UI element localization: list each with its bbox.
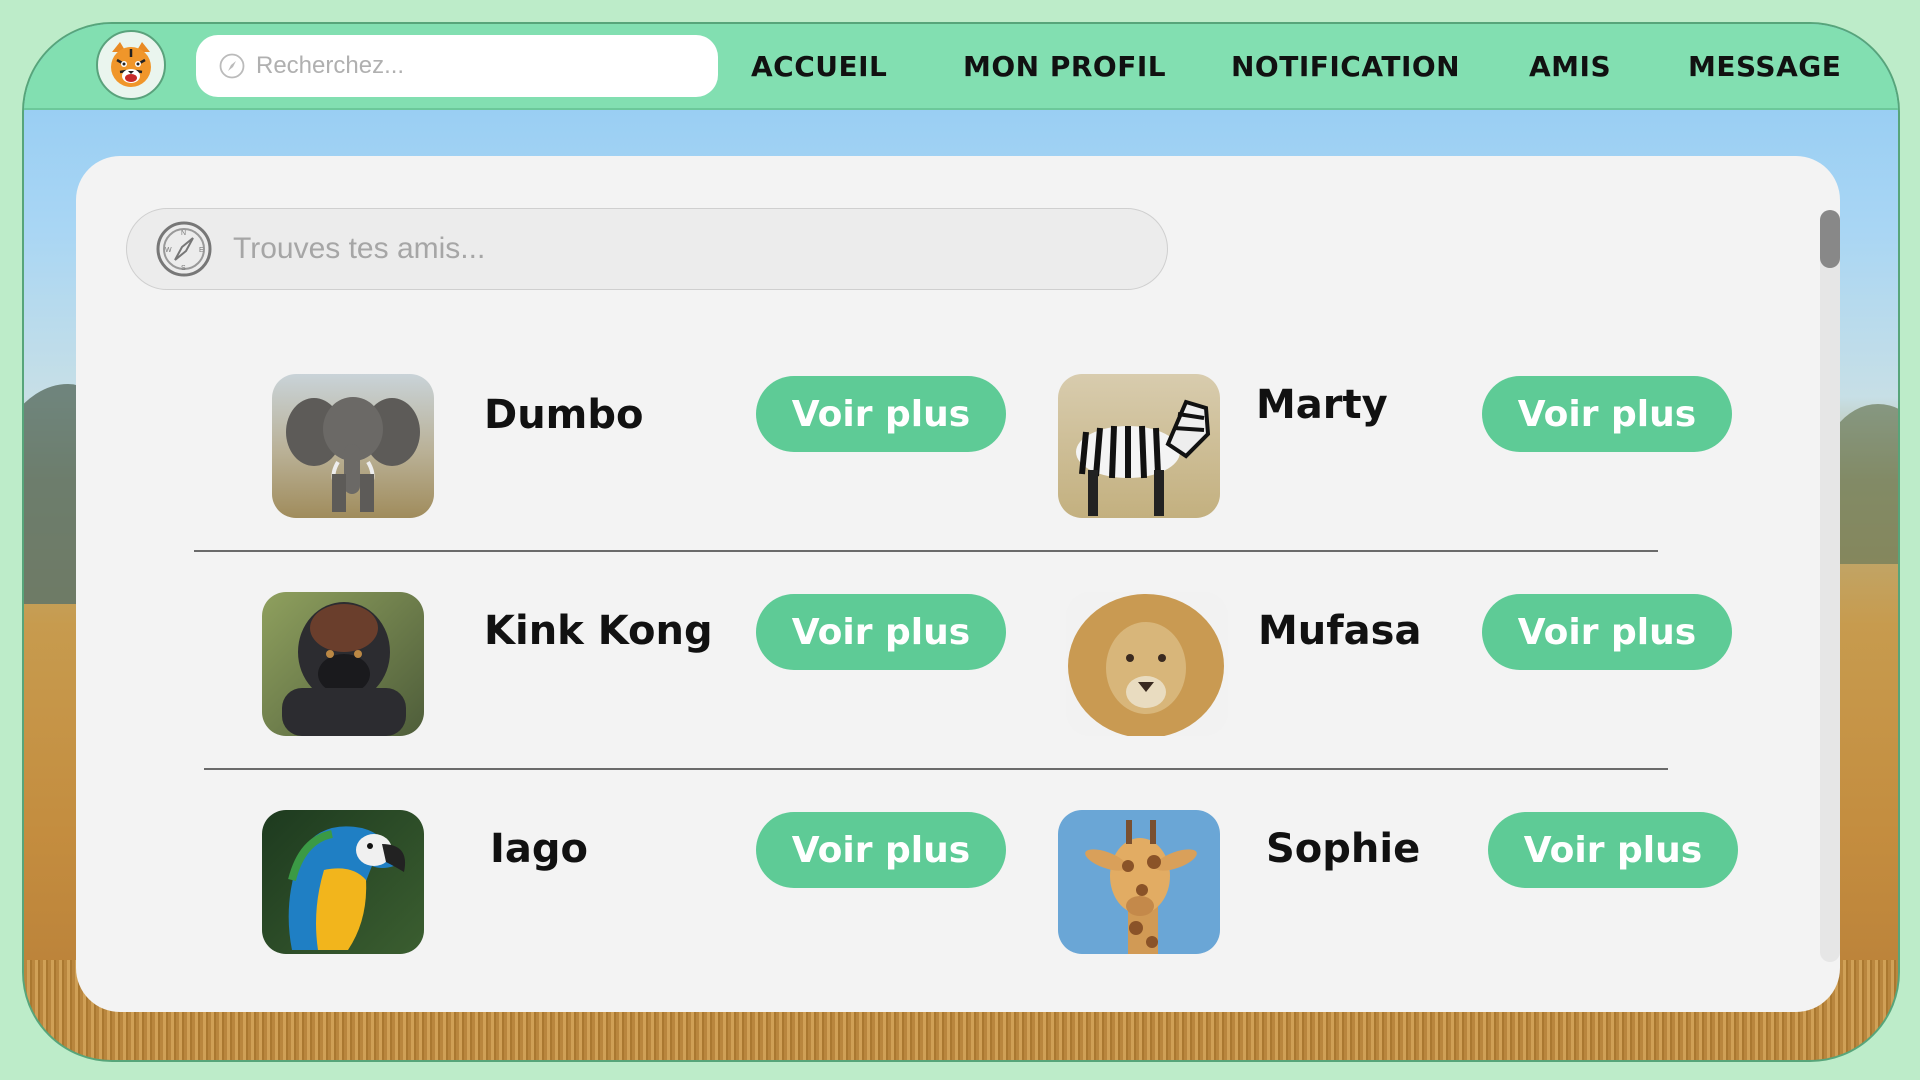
friend-name: Iago [490, 826, 588, 872]
friend-avatar-giraffe[interactable] [1058, 810, 1220, 954]
friend-avatar-zebra[interactable] [1058, 374, 1220, 518]
friend-avatar-lion[interactable] [1066, 592, 1228, 736]
voir-plus-button[interactable]: Voir plus [756, 812, 1006, 888]
friends-panel: N S W E Dumbo Voir plus [76, 156, 1840, 1012]
voir-plus-button[interactable]: Voir plus [756, 376, 1006, 452]
voir-plus-button[interactable]: Voir plus [1482, 376, 1732, 452]
scrollbar-track[interactable] [1820, 210, 1840, 962]
compass-icon [219, 53, 245, 79]
friend-name: Kink Kong [484, 608, 713, 654]
nav-message[interactable]: MESSAGE [1688, 24, 1841, 108]
voir-plus-button[interactable]: Voir plus [1488, 812, 1738, 888]
nav-mon-profil[interactable]: MON PROFIL [963, 24, 1166, 108]
svg-text:E: E [199, 247, 204, 254]
friend-avatar-elephant[interactable] [272, 374, 434, 518]
scrollbar-thumb[interactable] [1820, 210, 1840, 268]
header-search[interactable] [196, 35, 718, 97]
friend-name: Sophie [1266, 826, 1421, 872]
nav-notification[interactable]: NOTIFICATION [1231, 24, 1460, 108]
nav-accueil[interactable]: ACCUEIL [751, 24, 887, 108]
header-search-input[interactable] [254, 51, 678, 81]
app-window: ACCUEIL MON PROFIL NOTIFICATION AMIS MES… [22, 22, 1900, 1062]
friend-name: Marty [1256, 382, 1388, 428]
compass-icon: N S W E [156, 221, 212, 277]
friends-search-input[interactable] [231, 231, 1035, 267]
friend-avatar-parrot[interactable] [262, 810, 424, 954]
tiger-logo-icon[interactable] [96, 30, 166, 100]
row-divider [194, 550, 1658, 552]
friend-name: Dumbo [484, 392, 644, 438]
friends-search[interactable]: N S W E [126, 208, 1168, 290]
svg-text:W: W [165, 247, 172, 254]
top-navbar: ACCUEIL MON PROFIL NOTIFICATION AMIS MES… [24, 24, 1898, 110]
voir-plus-button[interactable]: Voir plus [756, 594, 1006, 670]
voir-plus-button[interactable]: Voir plus [1482, 594, 1732, 670]
friend-avatar-gorilla[interactable] [262, 592, 424, 736]
friend-name: Mufasa [1258, 608, 1422, 654]
nav-amis[interactable]: AMIS [1529, 24, 1611, 108]
svg-text:S: S [181, 265, 186, 272]
row-divider [204, 768, 1668, 770]
svg-text:N: N [181, 230, 186, 237]
